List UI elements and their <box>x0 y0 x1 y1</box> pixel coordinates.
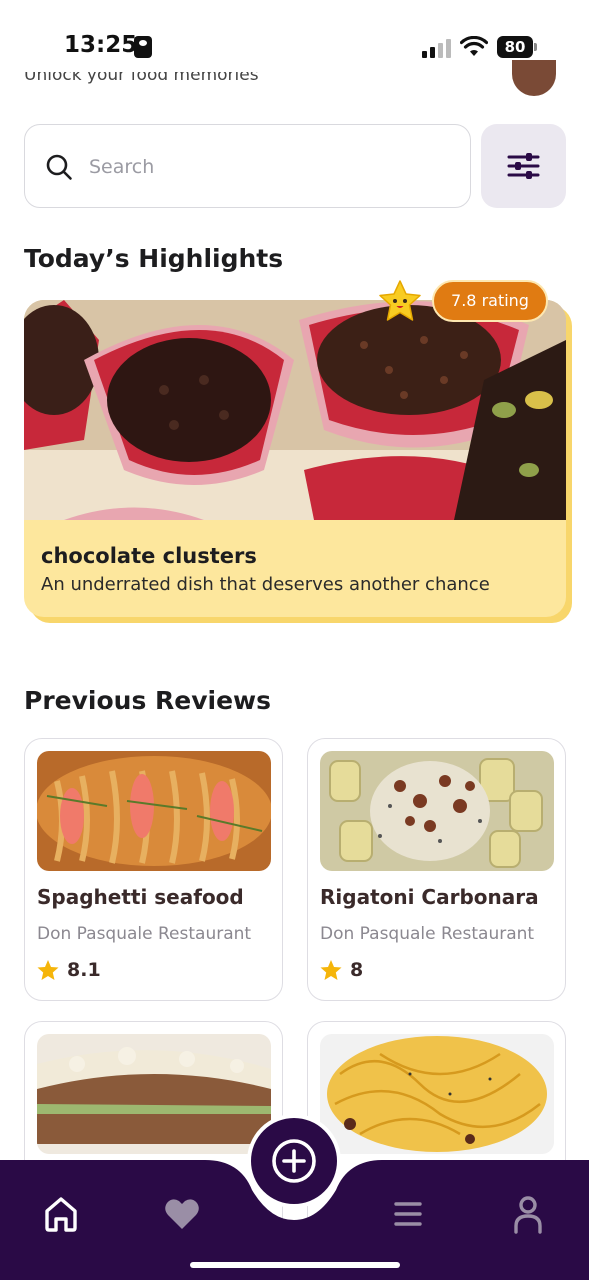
highlight-card-body: chocolate clusters An underrated dish th… <box>24 300 566 617</box>
review-title: Rigatoni Carbonara <box>320 885 539 909</box>
add-icon <box>272 1139 316 1183</box>
status-time: 13:25 <box>64 32 138 58</box>
status-bar: 13:25 80 <box>0 0 589 80</box>
add-review-button[interactable] <box>247 1114 341 1208</box>
wifi-icon <box>460 36 488 56</box>
highlight-dish-name: chocolate clusters <box>41 544 257 568</box>
review-card[interactable]: Rigatoni Carbonara Don Pasquale Restaura… <box>307 738 566 1001</box>
star-icon <box>320 960 342 980</box>
dish-photo <box>320 751 554 871</box>
search-icon <box>46 154 72 180</box>
cellular-signal-icon <box>422 38 452 58</box>
star-icon <box>37 960 59 980</box>
dish-photo <box>37 1034 271 1154</box>
reviews-title: Previous Reviews <box>24 686 272 715</box>
dish-photo <box>24 300 566 520</box>
id-card-icon <box>134 36 152 58</box>
review-restaurant: Don Pasquale Restaurant <box>37 924 252 944</box>
review-title: Spaghetti seafood <box>37 885 244 909</box>
review-restaurant: Don Pasquale Restaurant <box>320 924 535 944</box>
filter-button[interactable] <box>481 124 566 208</box>
rating-badge: 7.8 rating <box>432 280 548 322</box>
header-subtitle: Unlock your food memories <box>24 72 259 85</box>
home-indicator <box>190 1262 400 1268</box>
review-score: 8.1 <box>37 959 101 981</box>
battery-indicator: 80 <box>497 36 537 58</box>
star-mascot-icon <box>379 280 421 321</box>
dish-photo <box>320 1034 554 1154</box>
home-icon[interactable] <box>41 1194 81 1234</box>
avatar[interactable] <box>512 60 556 96</box>
menu-icon[interactable] <box>388 1194 428 1234</box>
highlights-title: Today’s Highlights <box>24 244 284 273</box>
sliders-icon <box>507 153 540 179</box>
dish-photo <box>37 751 271 871</box>
review-score-value: 8.1 <box>67 959 101 981</box>
review-score-value: 8 <box>350 959 364 981</box>
heart-icon[interactable] <box>162 1194 202 1234</box>
search-bar[interactable] <box>24 124 471 208</box>
profile-icon[interactable] <box>508 1194 548 1234</box>
highlight-description: An underrated dish that deserves another… <box>41 574 490 595</box>
search-input[interactable] <box>89 149 449 185</box>
review-card[interactable]: Spaghetti seafood Don Pasquale Restauran… <box>24 738 283 1001</box>
highlight-card[interactable]: chocolate clusters An underrated dish th… <box>24 300 572 623</box>
highlight-text: chocolate clusters An underrated dish th… <box>41 544 490 595</box>
review-score: 8 <box>320 959 363 981</box>
